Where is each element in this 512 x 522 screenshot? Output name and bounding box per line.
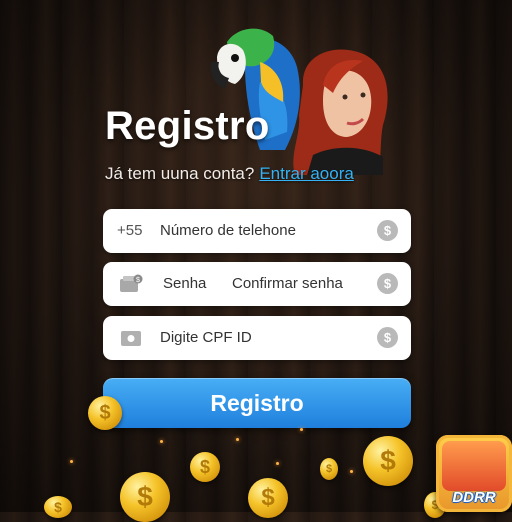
app-icon[interactable]: DDRR: [436, 435, 512, 512]
login-prompt: Já tem uuna conta? Entrar aoora: [105, 164, 354, 184]
sparkle: [350, 470, 353, 473]
gold-coin-icon: $: [190, 452, 220, 482]
gold-coin-icon: $: [363, 436, 413, 486]
wallet-icon: $: [120, 274, 143, 292]
confirm-password-input[interactable]: Confirmar senha: [232, 262, 343, 306]
phone-field[interactable]: +55 Número de telehone $: [103, 209, 411, 253]
country-code[interactable]: +55: [117, 209, 142, 253]
dollar-coin-icon: $: [377, 220, 398, 241]
password-field[interactable]: $ Senha Confirmar senha $: [103, 262, 411, 306]
phone-input[interactable]: Número de telehone: [160, 209, 296, 253]
app-icon-label: DDRR: [452, 489, 496, 506]
tiger-mascot-icon: [442, 441, 506, 491]
dollar-coin-icon: $: [377, 273, 398, 294]
sparkle: [276, 462, 279, 465]
id-card-icon: [121, 331, 141, 346]
password-input[interactable]: Senha: [163, 262, 206, 306]
gold-coin-icon: $: [120, 472, 170, 522]
woman-portrait: [293, 49, 388, 175]
cpf-input[interactable]: Digite CPF ID: [160, 316, 252, 360]
cpf-field[interactable]: Digite CPF ID $: [103, 316, 411, 360]
page-title: Registro: [105, 104, 270, 148]
gold-coin-icon: $: [88, 396, 122, 430]
sparkle: [160, 440, 163, 443]
gold-coin-icon: $: [248, 478, 288, 518]
svg-text:$: $: [136, 277, 140, 284]
register-button[interactable]: Registro: [103, 378, 411, 428]
login-prompt-text: Já tem uuna conta?: [105, 164, 255, 183]
dollar-coin-icon: $: [377, 327, 398, 348]
sparkle: [300, 428, 303, 431]
sparkle: [70, 460, 73, 463]
login-link[interactable]: Entrar aoora: [259, 164, 354, 183]
gold-coin-icon: $: [320, 458, 338, 480]
sparkle: [236, 438, 239, 441]
gold-coin-icon: $: [44, 496, 72, 518]
